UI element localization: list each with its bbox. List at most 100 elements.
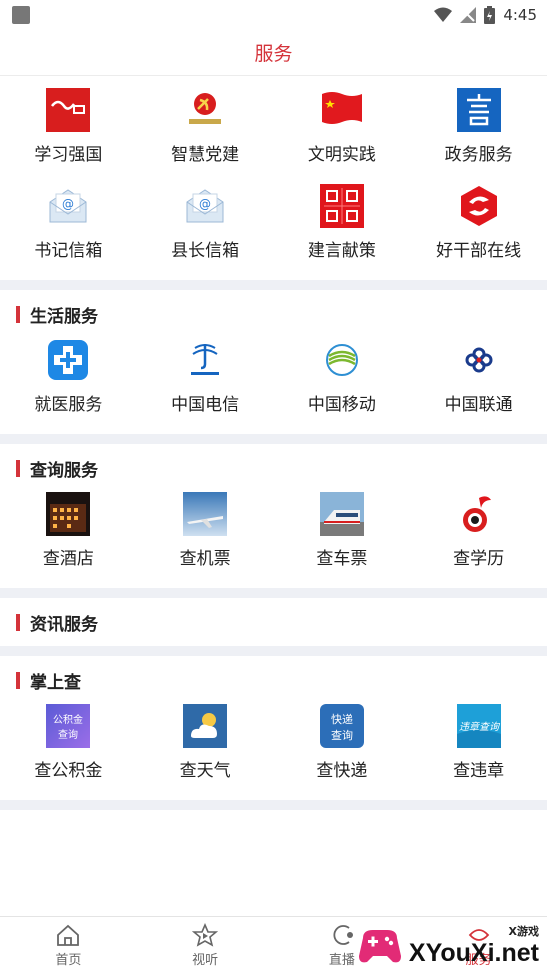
service-item-gov[interactable]: 政务服务: [410, 88, 547, 184]
svg-text:@: @: [62, 197, 74, 211]
section-divider: [0, 434, 547, 444]
page-header: 服务: [0, 30, 547, 76]
service-item-medical[interactable]: 就医服务: [0, 338, 137, 434]
weather-icon: [183, 704, 228, 748]
battery-icon: [484, 6, 496, 24]
section-life-services: 生活服务 就医服务 中国电信 中国移动 中国联通: [0, 290, 547, 434]
section-title: 掌上查: [30, 672, 81, 693]
section-grid: 就医服务 中国电信 中国移动 中国联通: [0, 338, 547, 434]
suggestion-icon: [319, 184, 364, 228]
envelope-icon: @: [183, 184, 227, 228]
party-building-icon: [183, 88, 227, 132]
status-bar: 4:45: [0, 0, 547, 30]
service-label: 县长信箱: [171, 241, 240, 261]
svg-text:查询: 查询: [58, 728, 78, 741]
service-label: 查学历: [453, 549, 505, 569]
service-item-civilization[interactable]: 文明实践: [274, 88, 411, 184]
section-grid: 查酒店 查机票 查车票 查学历: [0, 492, 547, 588]
section-header: 生活服务: [0, 290, 547, 338]
nav-media[interactable]: 视听: [137, 917, 274, 974]
service-label: 查车票: [316, 549, 368, 569]
section-title: 生活服务: [30, 306, 98, 327]
section-grid: 公积金查询 查公积金 查天气 快递查询 查快递 违章查询 查违章: [0, 704, 547, 800]
express-icon: 快递 查询: [319, 704, 364, 748]
section-divider: [0, 800, 547, 810]
china-unicom-icon: [457, 338, 501, 382]
service-item-county-mailbox[interactable]: @ 县长信箱: [137, 184, 274, 280]
service-label: 建言献策: [307, 241, 376, 261]
education-icon: [457, 492, 501, 536]
good-cadre-icon: [457, 184, 501, 228]
airplane-icon: [183, 492, 228, 536]
section-header: 资讯服务: [0, 598, 547, 646]
top-service-grid: 学习强国 智慧党建 文明实践 政务服务 @ 书记信箱 @ 县长信箱 建言献策 好…: [0, 76, 547, 280]
service-label: 就医服务: [34, 395, 103, 415]
page-title: 服务: [254, 43, 293, 65]
service-label: 查公积金: [34, 761, 103, 781]
clock: 4:45: [503, 6, 537, 24]
hotel-icon: [46, 492, 91, 536]
home-icon: [57, 924, 80, 946]
section-accent-bar: [16, 671, 20, 689]
wifi-icon: [434, 7, 453, 22]
violation-icon: 违章查询: [456, 704, 501, 748]
section-header: 掌上查: [0, 656, 547, 704]
section-divider: [0, 280, 547, 290]
nav-home[interactable]: 首页: [0, 917, 137, 974]
medical-cross-icon: [46, 338, 90, 382]
watermark-small-text: X游戏: [508, 924, 539, 938]
section-info-services: 资讯服务: [0, 598, 547, 646]
service-label: 查机票: [179, 549, 231, 569]
service-item-mobile[interactable]: 中国移动: [274, 338, 411, 434]
section-accent-bar: [16, 459, 20, 477]
china-telecom-icon: [183, 338, 227, 382]
gamepad-logo-icon: [358, 930, 401, 963]
service-item-education[interactable]: 查学历: [410, 492, 547, 588]
service-label: 文明实践: [307, 145, 376, 165]
service-item-unicom[interactable]: 中国联通: [410, 338, 547, 434]
service-label: 查天气: [179, 761, 231, 781]
svg-text:公积金: 公积金: [53, 713, 83, 726]
train-icon: [319, 492, 364, 536]
section-query-services: 查询服务 查酒店 查机票 查车票 查学历: [0, 444, 547, 588]
service-item-secretary-mailbox[interactable]: @ 书记信箱: [0, 184, 137, 280]
svg-text:@: @: [199, 197, 211, 211]
nav-label: 首页: [55, 953, 82, 968]
svg-text:查询: 查询: [331, 728, 353, 742]
media-icon: [192, 923, 219, 947]
service-item-express[interactable]: 快递 查询 查快递: [274, 704, 411, 800]
service-item-good-cadre[interactable]: 好干部在线: [410, 184, 547, 280]
section-pocket-query: 掌上查 公积金查询 查公积金 查天气 快递查询 查快递 违章查询 查违章: [0, 656, 547, 800]
service-label: 学习强国: [34, 145, 103, 165]
section-title: 资讯服务: [30, 614, 98, 635]
no-signal-icon: [460, 7, 477, 23]
service-item-hotel[interactable]: 查酒店: [0, 492, 137, 588]
section-header: 查询服务: [0, 444, 547, 492]
nav-label: 直播: [328, 953, 355, 968]
section-accent-bar: [16, 305, 20, 323]
service-item-train[interactable]: 查车票: [274, 492, 411, 588]
service-label: 中国电信: [171, 395, 240, 415]
service-label: 查违章: [453, 761, 505, 781]
service-label: 书记信箱: [34, 241, 103, 261]
svg-text:快递: 快递: [331, 712, 353, 726]
service-item-weather[interactable]: 查天气: [137, 704, 274, 800]
gov-service-icon: [456, 88, 501, 132]
service-label: 查快递: [316, 761, 368, 781]
section-divider: [0, 646, 547, 656]
service-item-party[interactable]: 智慧党建: [137, 88, 274, 184]
service-item-suggestion[interactable]: 建言献策: [274, 184, 411, 280]
service-item-xuexi[interactable]: 学习强国: [0, 88, 137, 184]
xuexi-qiangguo-icon: [46, 88, 91, 132]
section-title: 查询服务: [30, 460, 98, 481]
service-label: 好干部在线: [436, 241, 522, 261]
service-item-housing-fund[interactable]: 公积金查询 查公积金: [0, 704, 137, 800]
service-item-violation[interactable]: 违章查询 查违章: [410, 704, 547, 800]
housing-fund-icon: 公积金 查询: [46, 704, 91, 748]
live-icon: [333, 925, 353, 945]
service-item-telecom[interactable]: 中国电信: [137, 338, 274, 434]
service-item-flight[interactable]: 查机票: [137, 492, 274, 588]
watermark-site-text: XYouXi.net: [408, 938, 539, 967]
envelope-icon: @: [46, 184, 90, 228]
notification-icon: [12, 6, 30, 24]
